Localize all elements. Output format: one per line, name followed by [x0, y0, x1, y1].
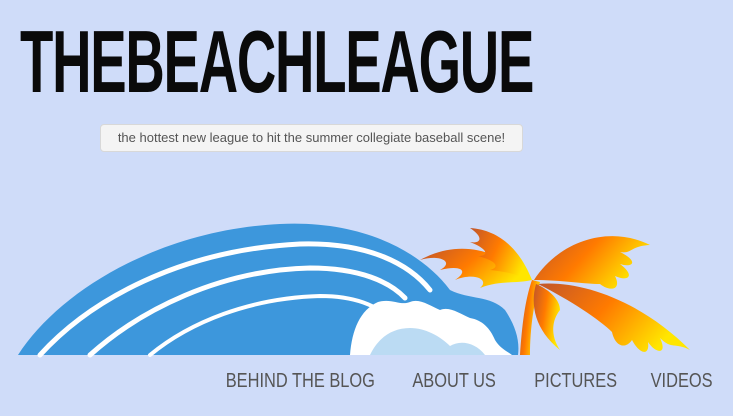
nav-about-us[interactable]: ABOUT US: [413, 370, 497, 393]
site-tagline: the hottest new league to hit the summer…: [100, 124, 523, 152]
nav-videos[interactable]: VIDEOS: [651, 370, 713, 393]
wave-icon: [18, 223, 519, 358]
main-nav: BEHIND THE BLOG ABOUT US PICTURES VIDEOS: [193, 370, 713, 393]
nav-behind-the-blog[interactable]: BEHIND THE BLOG: [225, 370, 374, 393]
wave-palm-logo-icon: [18, 223, 690, 358]
nav-pictures[interactable]: PICTURES: [534, 370, 617, 393]
site-title[interactable]: THEBEACHLEAGUE: [20, 18, 534, 106]
